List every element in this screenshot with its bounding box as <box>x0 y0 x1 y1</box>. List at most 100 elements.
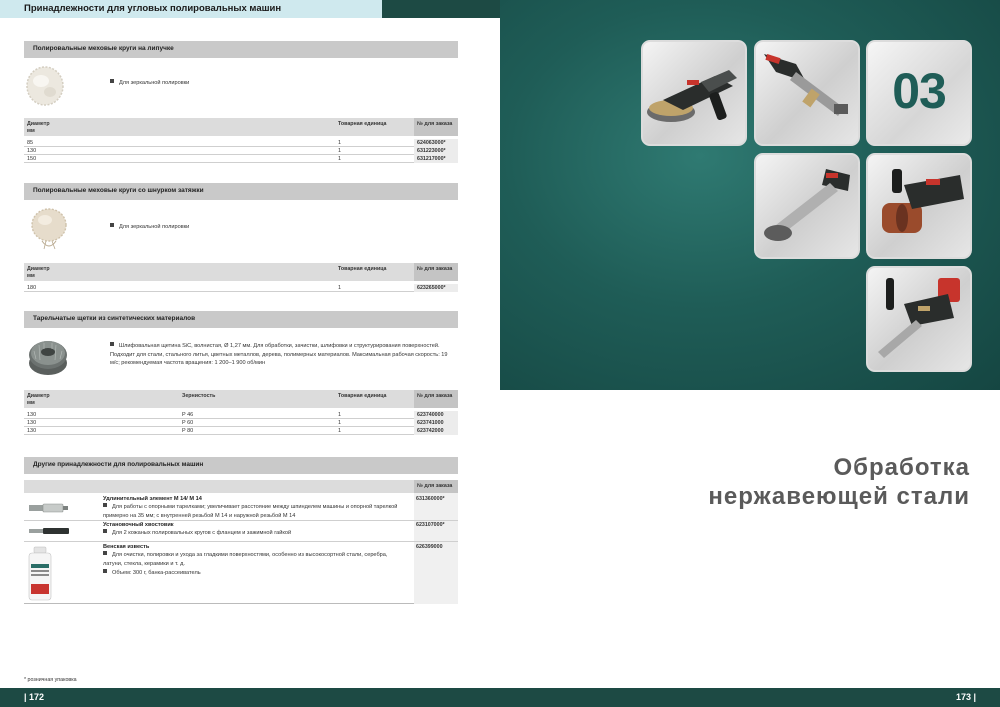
section-title: Полировальные меховые круги на липучке <box>33 45 174 52</box>
cell-order-bg: 631217000* <box>414 155 458 163</box>
mounting-shank-image <box>29 528 69 534</box>
cell-order-bg: 623740000 <box>414 411 458 419</box>
divider <box>24 541 458 542</box>
chapter-number-tile: 03 <box>866 40 972 146</box>
item-order: 623107000* <box>416 522 445 528</box>
pipe-belt-grinder-icon <box>764 169 850 241</box>
chapter-headline: Обработка нержавеющей стали <box>708 453 970 511</box>
table-row: 130 P 60 1 623741000 <box>24 419 458 427</box>
bullet-text: Шлифовальная щетина SiC, волнистая, Ø 1,… <box>110 343 448 366</box>
table-row: 130 P 46 1 623740000 <box>24 411 458 419</box>
bullet-text: Для зеркальной полировки <box>119 80 190 86</box>
col-unit: Товарная единица <box>338 121 387 127</box>
headline-line-2: нержавеющей стали <box>708 483 970 510</box>
page-footer: | 172 <box>0 688 500 707</box>
cell-unit: 1 <box>338 428 342 434</box>
fur-pad-drawstring-image <box>31 208 67 250</box>
bullet-square-icon <box>103 503 107 507</box>
cell-order-bg: 623265000* <box>414 284 458 292</box>
cell-order-bg: 623742000 <box>414 427 458 435</box>
col-grit: Зернистость <box>182 393 216 399</box>
cell-order-bg: 631223000* <box>414 147 458 155</box>
cell-order: 631217000* <box>417 156 446 162</box>
cell-grit: P 80 <box>182 428 194 434</box>
fur-pad-velcro-image <box>26 66 64 106</box>
col-order: № для заказа <box>417 393 453 399</box>
col-order-cell: № для заказа <box>414 118 458 136</box>
extension-element-image <box>29 503 68 513</box>
section-title-bar: Другие принадлежности для полировальных … <box>24 457 458 474</box>
bullet-text: Объем: 300 г, банка-рассеиватель <box>112 570 201 576</box>
angle-grinder-icon <box>647 70 737 122</box>
col-order-cell: № для заказа <box>414 480 458 493</box>
bullet-square-icon <box>110 223 114 227</box>
col-order: № для заказа <box>417 266 453 272</box>
col-order: № для заказа <box>417 483 453 489</box>
synthetic-brush-image <box>29 341 67 375</box>
tool-photo-tile <box>866 266 972 372</box>
cell-order: 623265000* <box>417 285 446 291</box>
col-unit: Товарная единица <box>338 266 387 272</box>
right-page: 03 Обработка нержавеющей стали 173 | <box>500 0 1000 707</box>
cell-unit: 1 <box>338 140 342 146</box>
table-row: 150 1 631217000* <box>24 155 458 163</box>
bullet-text: Для 2 кожаных полировальных кругов с фла… <box>112 530 292 536</box>
footnote: * розничная упаковка <box>24 677 77 683</box>
cell-diameter: 150 <box>27 156 37 162</box>
page-header: Принадлежности для угловых полировальных… <box>0 0 500 18</box>
table-header: Диаметр мм Зернистость Товарная единица … <box>24 390 458 408</box>
bullet-text: Для работы с опорными тарелками; увеличи… <box>103 504 398 519</box>
tool-photo-tile <box>641 40 747 146</box>
col-diameter: Диаметр мм <box>27 121 50 134</box>
cell-unit: 1 <box>338 420 342 426</box>
bullet-square-icon <box>103 529 107 533</box>
cell-order: 624063000* <box>417 140 446 146</box>
cell-grit: P 60 <box>182 420 194 426</box>
bullet-square-icon <box>110 79 114 83</box>
table-header: Диаметр мм Товарная единица № для заказа <box>24 263 458 281</box>
section-title: Другие принадлежности для полировальных … <box>33 461 204 468</box>
cell-diameter: 130 <box>27 428 37 434</box>
item-name: Установочный хвостовик <box>103 522 174 528</box>
cell-unit: 1 <box>338 148 342 154</box>
item-name: Удлинительный элемент M 14/ M 14 <box>103 496 202 502</box>
divider <box>24 520 458 521</box>
bullet-item: Для работы с опорными тарелками; увеличи… <box>103 503 408 520</box>
table-row: 85 1 624063000* <box>24 139 458 147</box>
cell-order: 623740000 <box>417 412 444 418</box>
vienna-lime-jar-image <box>28 546 52 601</box>
col-diameter: Диаметр мм <box>27 266 50 279</box>
bullet-text: Для зеркальной полировки <box>119 224 190 230</box>
bullet-square-icon <box>103 569 107 573</box>
cell-diameter: 130 <box>27 148 37 154</box>
bullet-item: Для зеркальной полировки <box>110 79 410 88</box>
item-name: Венская известь <box>103 544 150 550</box>
table-header: Диаметр мм Товарная единица № для заказа <box>24 118 458 136</box>
cell-order-bg: 624063000* <box>414 139 458 147</box>
bullet-item: Для очистки, полировки и ухода за гладки… <box>103 551 408 568</box>
page-footer: 173 | <box>500 688 1000 707</box>
cell-order: 631223000* <box>417 148 446 154</box>
table-header: № для заказа <box>24 480 458 493</box>
headline-line-1: Обработка <box>833 454 970 481</box>
tool-photo-tile <box>754 40 860 146</box>
table-row: 180 1 623265000* <box>24 284 458 292</box>
col-order-cell: № для заказа <box>414 263 458 281</box>
cell-diameter: 130 <box>27 420 37 426</box>
cell-grit: P 46 <box>182 412 194 418</box>
col-order: № для заказа <box>417 121 453 127</box>
cell-unit: 1 <box>338 285 342 291</box>
cell-diameter: 180 <box>27 285 37 291</box>
bullet-square-icon <box>110 342 114 346</box>
chapter-number: 03 <box>892 63 947 119</box>
item-order: 626399000 <box>416 544 443 550</box>
header-title: Принадлежности для угловых полировальных… <box>24 3 282 14</box>
table-row: 130 1 631223000* <box>24 147 458 155</box>
item-order: 631360000* <box>416 496 445 502</box>
tool-photo-tile <box>866 153 972 259</box>
bullet-text: Для очистки, полировки и ухода за гладки… <box>103 552 388 567</box>
bullet-item: Объем: 300 г, банка-рассеиватель <box>103 569 408 578</box>
page-number: 173 | <box>955 692 976 702</box>
tool-photo-tile <box>754 153 860 259</box>
bullet-square-icon <box>103 551 107 555</box>
